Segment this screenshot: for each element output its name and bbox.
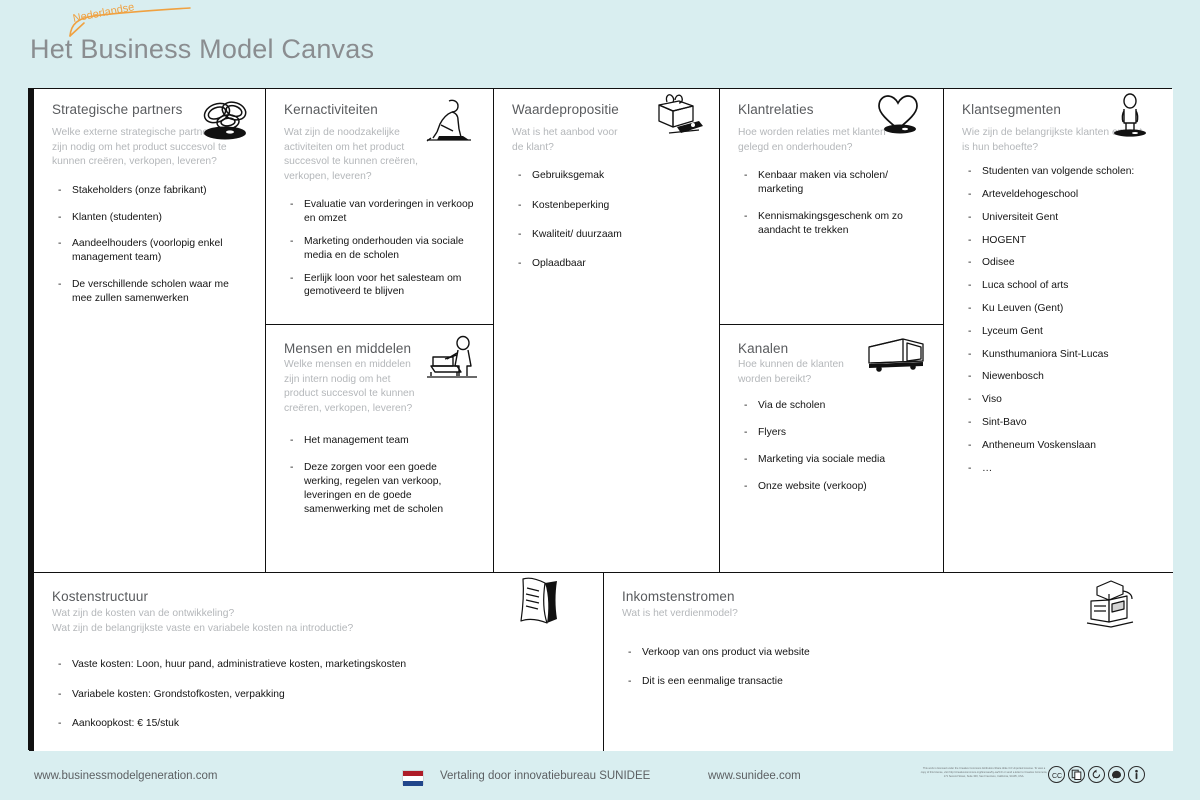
gift-box-icon xyxy=(647,91,705,143)
list-item: Universiteit Gent xyxy=(962,211,1157,225)
block-klantsegmenten[interactable]: Klantsegmenten Wie zijn de belangrijkste… xyxy=(943,89,1173,572)
block-item-list: Gebruiksgemak Kostenbeperking Kwaliteit/… xyxy=(512,169,703,271)
list-item: HOGENT xyxy=(962,234,1157,248)
block-question-line-2: Wat zijn de belangrijkste vaste en varia… xyxy=(52,622,354,634)
list-item: Via de scholen xyxy=(738,399,927,413)
block-question: Hoe kunnen de klanten worden bereikt? xyxy=(738,359,844,385)
block-title: Kostenstructuur xyxy=(52,589,149,604)
list-item: Flyers xyxy=(738,426,927,440)
svg-text:CC: CC xyxy=(1051,773,1061,780)
list-item: Kwaliteit/ duurzaam xyxy=(512,228,703,242)
list-item: Kennismakingsgeschenk om zo aandacht te … xyxy=(738,210,927,238)
block-strategische-partners[interactable]: Strategische partners Welke externe stra… xyxy=(29,89,265,572)
list-item: Studenten van volgende scholen: xyxy=(962,165,1157,179)
list-item: Aankoopkost: € 15/stuk xyxy=(52,717,587,731)
page-header: Nederlandse Het Business Model Canvas xyxy=(0,0,1200,86)
list-item: Deze zorgen voor een goede werking, rege… xyxy=(284,461,477,516)
block-title: Kernactiviteiten xyxy=(284,102,378,117)
list-item: Evaluatie van vorderingen in verkoop en … xyxy=(284,198,477,226)
block-kernactiviteiten[interactable]: Kernactiviteiten Wat zijn de noodzakelij… xyxy=(265,89,493,324)
block-kostenstructuur[interactable]: Kostenstructuur Wat zijn de kosten van d… xyxy=(29,572,603,751)
block-klantrelaties[interactable]: Klantrelaties Hoe worden relaties met kl… xyxy=(719,89,943,324)
block-title: Kanalen xyxy=(738,341,789,356)
translation-credit: Vertaling door innovatiebureau SUNIDEE xyxy=(440,770,651,782)
businessmodelgeneration-url[interactable]: www.businessmodelgeneration.com xyxy=(34,770,217,782)
list-item: Luca school of arts xyxy=(962,279,1157,293)
block-question: Welke externe strategische partners zijn… xyxy=(52,127,227,168)
block-title: Klantsegmenten xyxy=(962,102,1061,117)
list-item: Vaste kosten: Loon, huur pand, administr… xyxy=(52,658,587,672)
block-item-list: Evaluatie van vorderingen in verkoop en … xyxy=(284,198,477,299)
block-item-list: Verkoop van ons product via website Dit … xyxy=(622,646,1157,689)
block-inkomstenstromen[interactable]: Inkomstenstromen Wat is het verdienmodel… xyxy=(603,572,1173,751)
block-item-list: Kenbaar maken via scholen/ marketing Ken… xyxy=(738,169,927,237)
sunidee-url[interactable]: www.sunidee.com xyxy=(708,770,801,782)
list-item: Verkoop van ons product via website xyxy=(622,646,1157,660)
block-question: Welke mensen en middelen zijn intern nod… xyxy=(284,359,415,414)
block-item-list: Studenten van volgende scholen: Arteveld… xyxy=(962,165,1157,475)
block-question: Wat zijn de noodzakelijke activiteiten o… xyxy=(284,127,418,182)
block-question: Wat is het aanbod voor de klant? xyxy=(512,127,618,153)
block-title: Waardepropositie xyxy=(512,102,619,117)
netherlands-flag-icon xyxy=(402,770,424,786)
list-item: Stakeholders (onze fabrikant) xyxy=(52,184,249,198)
person-attribution-icon xyxy=(1128,766,1145,783)
canvas-grid: Strategische partners Welke externe stra… xyxy=(28,88,1173,751)
block-title: Inkomstenstromen xyxy=(622,589,735,604)
block-question-line-1: Wat zijn de kosten van de ontwikkeling? xyxy=(52,608,235,619)
list-item: Variabele kosten: Grondstofkosten, verpa… xyxy=(52,688,587,702)
list-item: Kostenbeperking xyxy=(512,199,703,213)
share-alike-icon xyxy=(1088,766,1105,783)
list-item: Aandeelhouders (voorlopig enkel manageme… xyxy=(52,237,249,265)
cash-register-icon xyxy=(1081,577,1137,631)
list-item: Ku Leuven (Gent) xyxy=(962,302,1157,316)
list-item: Lyceum Gent xyxy=(962,325,1157,339)
creative-commons-badges: CC xyxy=(1048,766,1145,783)
list-item: Marketing via sociale media xyxy=(738,453,927,467)
list-item: Kunsthumaniora Sint-Lucas xyxy=(962,348,1157,362)
block-kanalen[interactable]: Kanalen Hoe kunnen de klanten worden ber… xyxy=(719,324,943,572)
list-item: … xyxy=(962,462,1157,476)
block-title: Strategische partners xyxy=(52,102,183,117)
block-title: Mensen en middelen xyxy=(284,341,412,356)
list-item: Onze website (verkoop) xyxy=(738,480,927,494)
list-item: Viso xyxy=(962,393,1157,407)
list-item: Antheneum Voskenslaan xyxy=(962,439,1157,453)
list-item: Sint-Bavo xyxy=(962,416,1157,430)
list-item: Arteveldehogeschool xyxy=(962,188,1157,202)
list-item: De verschillende scholen waar me mee zul… xyxy=(52,278,249,306)
block-item-list: Via de scholen Flyers Marketing via soci… xyxy=(738,399,927,493)
cc-icon: CC xyxy=(1048,766,1065,783)
block-question: Hoe worden relaties met klanten gelegd e… xyxy=(738,127,886,153)
block-mensen-en-middelen[interactable]: Mensen en middelen Welke mensen en midde… xyxy=(265,324,493,572)
creative-commons-license-text: This work is licensed under the Creative… xyxy=(920,767,1048,778)
block-item-list: Het management team Deze zorgen voor een… xyxy=(284,434,477,516)
block-waardepropositie[interactable]: Waardepropositie Wat is het aanbod voor … xyxy=(493,89,719,572)
business-model-canvas-page: Nederlandse Het Business Model Canvas St… xyxy=(0,0,1200,800)
attribution-bubble-icon xyxy=(1108,766,1125,783)
list-item: Kenbaar maken via scholen/ marketing xyxy=(738,169,927,197)
list-item: Oplaadbaar xyxy=(512,257,703,271)
block-question: Wat is het verdienmodel? xyxy=(622,608,738,619)
delivery-truck-icon xyxy=(863,333,931,379)
list-item: Marketing onderhouden via sociale media … xyxy=(284,235,477,263)
list-item: Dit is een eenmalige transactie xyxy=(622,675,1157,689)
list-item: Eerlijk loon voor het salesteam om gemot… xyxy=(284,272,477,300)
block-item-list: Vaste kosten: Loon, huur pand, administr… xyxy=(52,658,587,730)
list-item: Odisee xyxy=(962,256,1157,270)
list-item: Het management team xyxy=(284,434,477,448)
list-item: Niewenbosch xyxy=(962,370,1157,384)
list-item: Gebruiksgemak xyxy=(512,169,703,183)
copy-icon xyxy=(1068,766,1085,783)
page-title: Het Business Model Canvas xyxy=(30,34,375,64)
list-item: Klanten (studenten) xyxy=(52,211,249,225)
block-item-list: Stakeholders (onze fabrikant) Klanten (s… xyxy=(52,184,249,306)
block-question: Wie zijn de belangrijkste klanten en wat… xyxy=(962,127,1143,153)
block-title: Klantrelaties xyxy=(738,102,814,117)
